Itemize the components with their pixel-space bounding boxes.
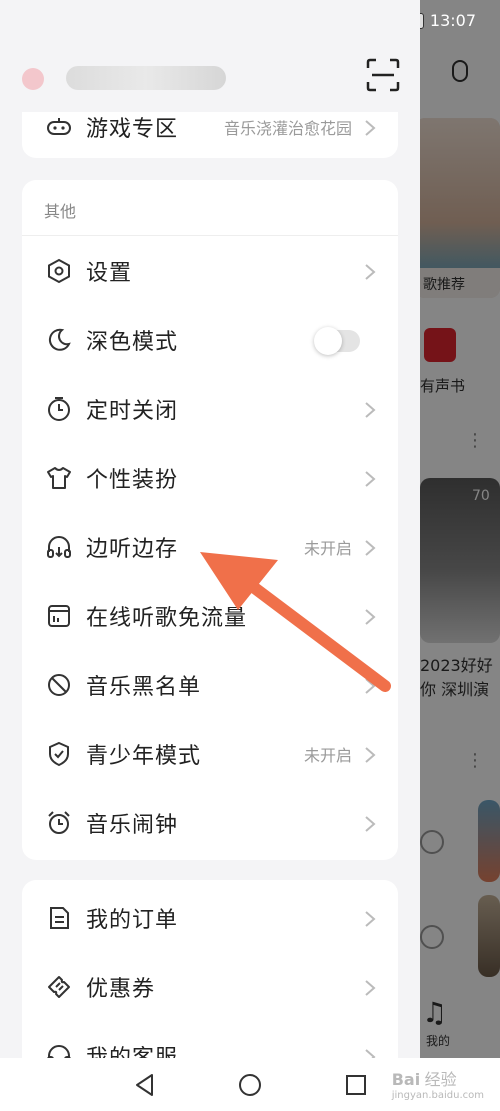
chevron-right-icon: [365, 120, 376, 136]
headphones-download-icon: [47, 536, 71, 558]
moon-icon: [48, 328, 71, 351]
shield-check-icon: [49, 741, 69, 767]
other-section-card: 其他 设置 深色模式 定时关闭 个性装扮 边听边存 未开启 在线听歌免流量 音乐…: [22, 180, 398, 860]
system-nav-bar: Bai 经验 jingyan.baidu.com: [0, 1058, 500, 1111]
hexagon-settings-icon: [48, 258, 70, 284]
back-icon[interactable]: [132, 1072, 158, 1098]
menu-item-label: 我的客服: [86, 1046, 179, 1060]
menu-item-label: 深色模式: [86, 330, 179, 355]
menu-item-label: 我的订单: [86, 908, 179, 933]
toggle-knob: [314, 327, 342, 355]
chevron-right-icon: [365, 678, 376, 694]
watermark-line-3: jingyan.baidu.com: [391, 1090, 484, 1101]
alarm-clock-icon: [48, 811, 70, 834]
drawer-header: [0, 42, 420, 112]
menu-item-label: 个性装扮: [86, 468, 179, 493]
menu-item-settings[interactable]: 设置: [22, 237, 398, 305]
chevron-right-icon: [365, 402, 376, 418]
menu-item-teen-mode[interactable]: 青少年模式 未开启: [22, 720, 398, 788]
username-blurred[interactable]: [66, 66, 226, 90]
section-title-other: 其他: [44, 202, 77, 221]
menu-item-label: 音乐黑名单: [86, 675, 202, 700]
status-time: 13:07: [429, 11, 476, 30]
scan-icon[interactable]: [364, 56, 402, 94]
chevron-right-icon: [365, 264, 376, 280]
home-icon[interactable]: [237, 1072, 263, 1098]
account-section-card: 我的订单 优惠券 我的客服: [22, 880, 398, 1060]
menu-item-label: 在线听歌免流量: [86, 606, 248, 631]
menu-item-label: 青少年模式: [86, 744, 202, 769]
menu-item-blacklist[interactable]: 音乐黑名单: [22, 651, 398, 719]
menu-item-personalize[interactable]: 个性装扮: [22, 444, 398, 512]
watermark-line-1: Bai: [391, 1070, 421, 1089]
document-icon: [50, 907, 69, 929]
block-icon: [48, 674, 70, 696]
menu-item-dark-mode[interactable]: 深色模式: [22, 306, 398, 374]
timer-icon: [48, 397, 70, 421]
game-zone-label: 游戏专区: [86, 117, 179, 142]
chevron-right-icon: [365, 540, 376, 556]
side-drawer: 游戏专区 音乐浇灌治愈花园 其他 设置 深色模式 定时关闭 个性装扮 边听边存 …: [0, 0, 420, 1060]
menu-item-label: 定时关闭: [86, 399, 179, 424]
menu-item-music-alarm[interactable]: 音乐闹钟: [22, 789, 398, 857]
menu-item-customer-service[interactable]: 我的客服: [22, 1022, 398, 1060]
chevron-right-icon: [365, 747, 376, 763]
avatar[interactable]: [22, 68, 44, 90]
game-zone-hint: 音乐浇灌治愈花园: [223, 119, 352, 138]
chevron-right-icon: [365, 471, 376, 487]
dark-mode-toggle[interactable]: [314, 327, 360, 355]
chevron-right-icon: [365, 609, 376, 625]
chevron-right-icon: [365, 980, 376, 996]
watermark: Bai 经验 jingyan.baidu.com: [392, 1066, 484, 1101]
menu-item-label: 边听边存: [86, 537, 179, 562]
tshirt-icon: [47, 467, 71, 489]
status-hint: 未开启: [303, 746, 352, 765]
section-divider: [22, 235, 398, 236]
menu-item-my-orders[interactable]: 我的订单: [22, 884, 398, 952]
watermark-line-2: 经验: [424, 1070, 457, 1089]
status-hint: 未开启: [303, 539, 352, 558]
menu-item-sleep-timer[interactable]: 定时关闭: [22, 375, 398, 443]
menu-item-listen-and-save[interactable]: 边听边存 未开启: [22, 513, 398, 581]
chevron-right-icon: [365, 911, 376, 927]
menu-item-label: 音乐闹钟: [86, 813, 179, 838]
menu-item-label: 设置: [86, 261, 133, 286]
gamepad-icon: [47, 118, 71, 135]
menu-item-free-data[interactable]: 在线听歌免流量: [22, 582, 398, 650]
sim-card-icon: [48, 605, 70, 627]
coupon-icon: [48, 976, 70, 998]
menu-item-label: 优惠券: [86, 977, 156, 1002]
menu-item-coupons[interactable]: 优惠券: [22, 953, 398, 1021]
recents-icon[interactable]: [343, 1072, 369, 1098]
chevron-right-icon: [365, 816, 376, 832]
